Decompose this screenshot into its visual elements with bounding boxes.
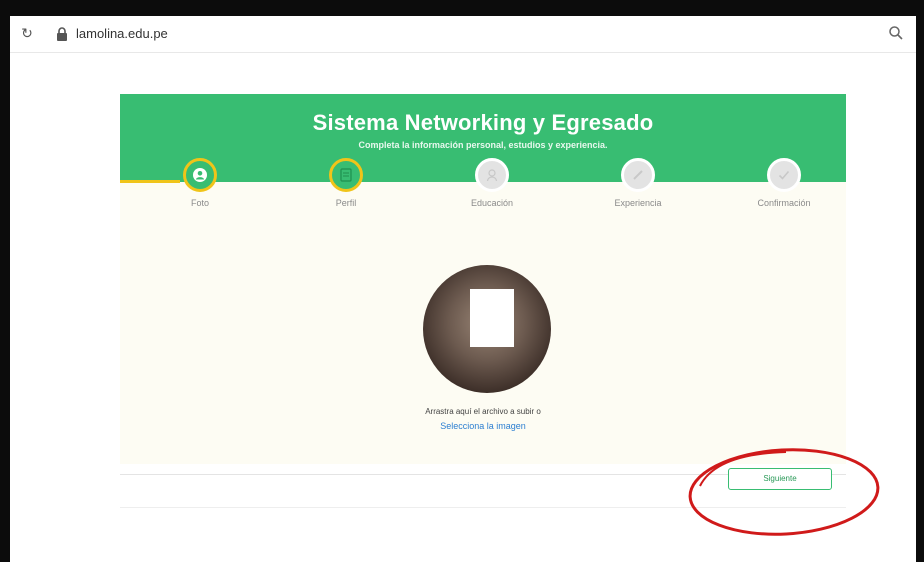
pencil-icon [621,158,655,192]
avatar-preview[interactable] [423,265,551,393]
step-label: Confirmación [757,198,811,208]
step-foto[interactable]: Foto [150,158,250,208]
step-label: Educación [470,198,514,208]
profile-icon [329,158,363,192]
page-title: Sistema Networking y Egresado [312,110,654,135]
check-icon [767,158,801,192]
user-circle-icon [183,158,217,192]
browser-toolbar: ↻ lamolina.edu.pe [10,16,916,53]
lock-icon [57,27,67,41]
divider [120,507,846,508]
step-confirmacion[interactable]: Confirmación [734,158,834,208]
graduation-icon [475,158,509,192]
select-image-link[interactable]: Selecciona la imagen [120,421,846,431]
wizard-card: Sistema Networking y Egresado Completa l… [120,94,846,464]
drop-zone-text: Arrastra aquí el archivo a subir o [425,407,541,416]
face-redaction [470,289,514,347]
page-subtitle: Completa la información personal, estudi… [358,140,608,150]
step-educacion[interactable]: Educación [442,158,542,208]
step-label: Perfil [335,198,357,208]
browser-window: ↻ lamolina.edu.pe Sistema Networking y E… [10,16,916,562]
reload-icon[interactable]: ↻ [20,26,34,40]
step-label: Foto [190,198,209,208]
step-perfil[interactable]: Perfil [296,158,396,208]
step-label: Experiencia [614,198,662,208]
zoom-icon[interactable] [888,25,904,41]
next-button[interactable]: Siguiente [728,468,832,490]
address-bar-url[interactable]: lamolina.edu.pe [76,26,168,41]
step-experiencia[interactable]: Experiencia [588,158,688,208]
